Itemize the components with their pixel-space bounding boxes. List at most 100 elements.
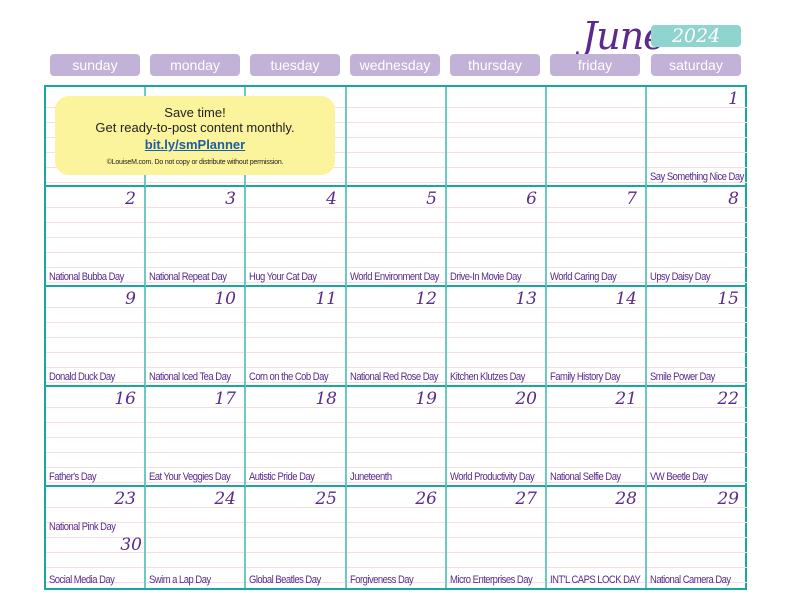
calendar-day-cell[interactable]: 15 Smile Power Day (647, 287, 747, 387)
dow-sunday: sunday (50, 54, 140, 76)
day-event: Forgiveness Day (350, 574, 414, 586)
calendar-day-cell[interactable]: 7 World Caring Day (547, 187, 647, 287)
day-number: 4 (326, 189, 337, 209)
dow-saturday: saturday (651, 54, 741, 76)
calendar-day-cell[interactable]: 4 Hug Your Cat Day (246, 187, 347, 287)
day-event: National Iced Tea Day (149, 371, 231, 383)
day-number: 11 (315, 289, 337, 309)
day-number: 9 (125, 289, 136, 309)
day-event: Say Something Nice Day (650, 171, 744, 183)
calendar-day-cell[interactable]: 24 Swim a Lap Day (146, 487, 246, 588)
day-number: 14 (615, 289, 637, 309)
day-number: 3 (225, 189, 236, 209)
day-event: National Camera Day (650, 574, 731, 586)
calendar-day-cell[interactable]: 19 Juneteenth (347, 387, 447, 487)
calendar-day-cell[interactable]: 16 Father's Day (46, 387, 146, 487)
day-number: 8 (728, 189, 739, 209)
day-event-extra: National Pink Day (49, 521, 116, 533)
day-number: 7 (626, 189, 637, 209)
day-event: World Environment Day (350, 271, 439, 283)
calendar-day-cell[interactable]: 5 World Environment Day (347, 187, 447, 287)
dow-tuesday: tuesday (250, 54, 340, 76)
dow-monday: monday (150, 54, 240, 76)
dow-wednesday: wednesday (350, 54, 440, 76)
calendar-day-cell[interactable]: 6 Drive-In Movie Day (447, 187, 547, 287)
day-number: 21 (615, 389, 637, 409)
day-event: Father's Day (49, 471, 97, 483)
day-event: Social Media Day (49, 574, 115, 586)
day-number: 24 (214, 489, 236, 509)
day-of-week-header: sunday monday tuesday wednesday thursday… (50, 54, 742, 76)
day-event: National Bubba Day (49, 271, 124, 283)
day-event: Corn on the Cob Day (249, 371, 329, 383)
promo-subtext: Get ready-to-post content monthly. (95, 120, 295, 135)
day-number: 18 (315, 389, 337, 409)
day-number: 28 (615, 489, 637, 509)
day-number: 23 (114, 489, 136, 509)
day-number: 29 (717, 489, 739, 509)
day-number: 25 (315, 489, 337, 509)
calendar-day-cell[interactable]: 29 National Camera Day (647, 487, 747, 588)
calendar-day-cell[interactable]: 1 Say Something Nice Day (647, 87, 747, 187)
day-event: National Repeat Day (149, 271, 227, 283)
day-event: VW Beetle Day (650, 471, 708, 483)
promo-link[interactable]: bit.ly/smPlanner (145, 137, 245, 153)
day-number-extra: 30 (120, 535, 142, 555)
day-event: Donald Duck Day (49, 371, 115, 383)
day-number: 15 (717, 289, 739, 309)
calendar-day-cell[interactable]: 9 Donald Duck Day (46, 287, 146, 387)
day-number: 13 (515, 289, 537, 309)
calendar-day-cell[interactable]: 2 National Bubba Day (46, 187, 146, 287)
calendar-day-cell[interactable] (447, 87, 547, 187)
calendar-day-cell[interactable] (547, 87, 647, 187)
calendar-day-cell[interactable]: 3 National Repeat Day (146, 187, 246, 287)
day-event: Micro Enterprises Day (450, 574, 533, 586)
day-number: 12 (415, 289, 437, 309)
calendar-day-cell[interactable]: 28 INT'L CAPS LOCK DAY (547, 487, 647, 588)
day-event: Juneteenth (350, 471, 392, 483)
day-number: 22 (717, 389, 739, 409)
calendar-day-cell[interactable]: 17 Eat Your Veggies Day (146, 387, 246, 487)
day-event: Swim a Lap Day (149, 574, 211, 586)
calendar-day-cell[interactable]: 22 VW Beetle Day (647, 387, 747, 487)
day-event: World Caring Day (550, 271, 617, 283)
dow-friday: friday (550, 54, 640, 76)
calendar-day-cell[interactable]: 27 Micro Enterprises Day (447, 487, 547, 588)
year-badge: 2024 (651, 25, 741, 47)
calendar-day-cell[interactable]: 18 Autistic Pride Day (246, 387, 347, 487)
day-number: 20 (515, 389, 537, 409)
calendar-day-cell[interactable]: 10 National Iced Tea Day (146, 287, 246, 387)
day-event: Upsy Daisy Day (650, 271, 711, 283)
day-number: 1 (728, 89, 739, 109)
calendar-day-cell[interactable]: 23 Social Media Day National Pink Day 30 (46, 487, 146, 588)
calendar-day-cell[interactable]: 21 National Selfie Day (547, 387, 647, 487)
day-event: Kitchen Klutzes Day (450, 371, 525, 383)
day-number: 5 (426, 189, 437, 209)
calendar-day-cell[interactable]: 26 Forgiveness Day (347, 487, 447, 588)
day-event: Autistic Pride Day (249, 471, 315, 483)
day-number: 16 (114, 389, 136, 409)
calendar-day-cell[interactable]: 13 Kitchen Klutzes Day (447, 287, 547, 387)
day-event: Eat Your Veggies Day (149, 471, 231, 483)
day-number: 10 (214, 289, 236, 309)
day-number: 2 (125, 189, 136, 209)
day-number: 19 (415, 389, 437, 409)
copyright-notice: ©LouiseM.com. Do not copy or distribute … (106, 159, 284, 166)
promo-headline: Save time! (164, 105, 226, 120)
day-event: Family History Day (550, 371, 621, 383)
dow-thursday: thursday (450, 54, 540, 76)
day-event: INT'L CAPS LOCK DAY (550, 574, 641, 586)
calendar-day-cell[interactable]: 20 World Productivity Day (447, 387, 547, 487)
calendar-day-cell[interactable] (347, 87, 447, 187)
calendar-day-cell[interactable]: 25 Global Beatles Day (246, 487, 347, 588)
calendar-day-cell[interactable]: 12 National Red Rose Day (347, 287, 447, 387)
promo-banner: Save time! Get ready-to-post content mon… (55, 96, 335, 175)
day-event: World Productivity Day (450, 471, 535, 483)
calendar-day-cell[interactable]: 11 Corn on the Cob Day (246, 287, 347, 387)
calendar-day-cell[interactable]: 14 Family History Day (547, 287, 647, 387)
day-event: Hug Your Cat Day (249, 271, 317, 283)
calendar-day-cell[interactable]: 8 Upsy Daisy Day (647, 187, 747, 287)
day-event: Global Beatles Day (249, 574, 321, 586)
day-number: 6 (526, 189, 537, 209)
day-event: National Selfie Day (550, 471, 621, 483)
